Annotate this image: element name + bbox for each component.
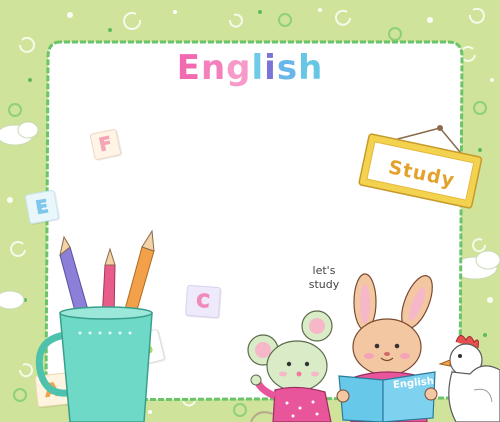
pencil-icon xyxy=(59,235,89,316)
title-letter: n xyxy=(200,48,227,88)
pencil-cup xyxy=(35,229,155,422)
title-letter: E xyxy=(176,48,201,88)
chicken-character xyxy=(438,335,500,422)
letter-block-c: C xyxy=(184,284,222,319)
letter-block-f: F xyxy=(89,128,122,161)
title-letter: s xyxy=(276,48,299,88)
pencil-icon xyxy=(123,229,155,318)
letter-block-e: E xyxy=(24,189,60,225)
title-letter: l xyxy=(251,48,265,88)
title-letter: h xyxy=(298,48,324,88)
page-title: English xyxy=(0,48,500,88)
title-letter: i xyxy=(264,48,277,88)
scene: English Study F E C B A xyxy=(0,0,500,422)
title-letter: g xyxy=(226,48,252,88)
